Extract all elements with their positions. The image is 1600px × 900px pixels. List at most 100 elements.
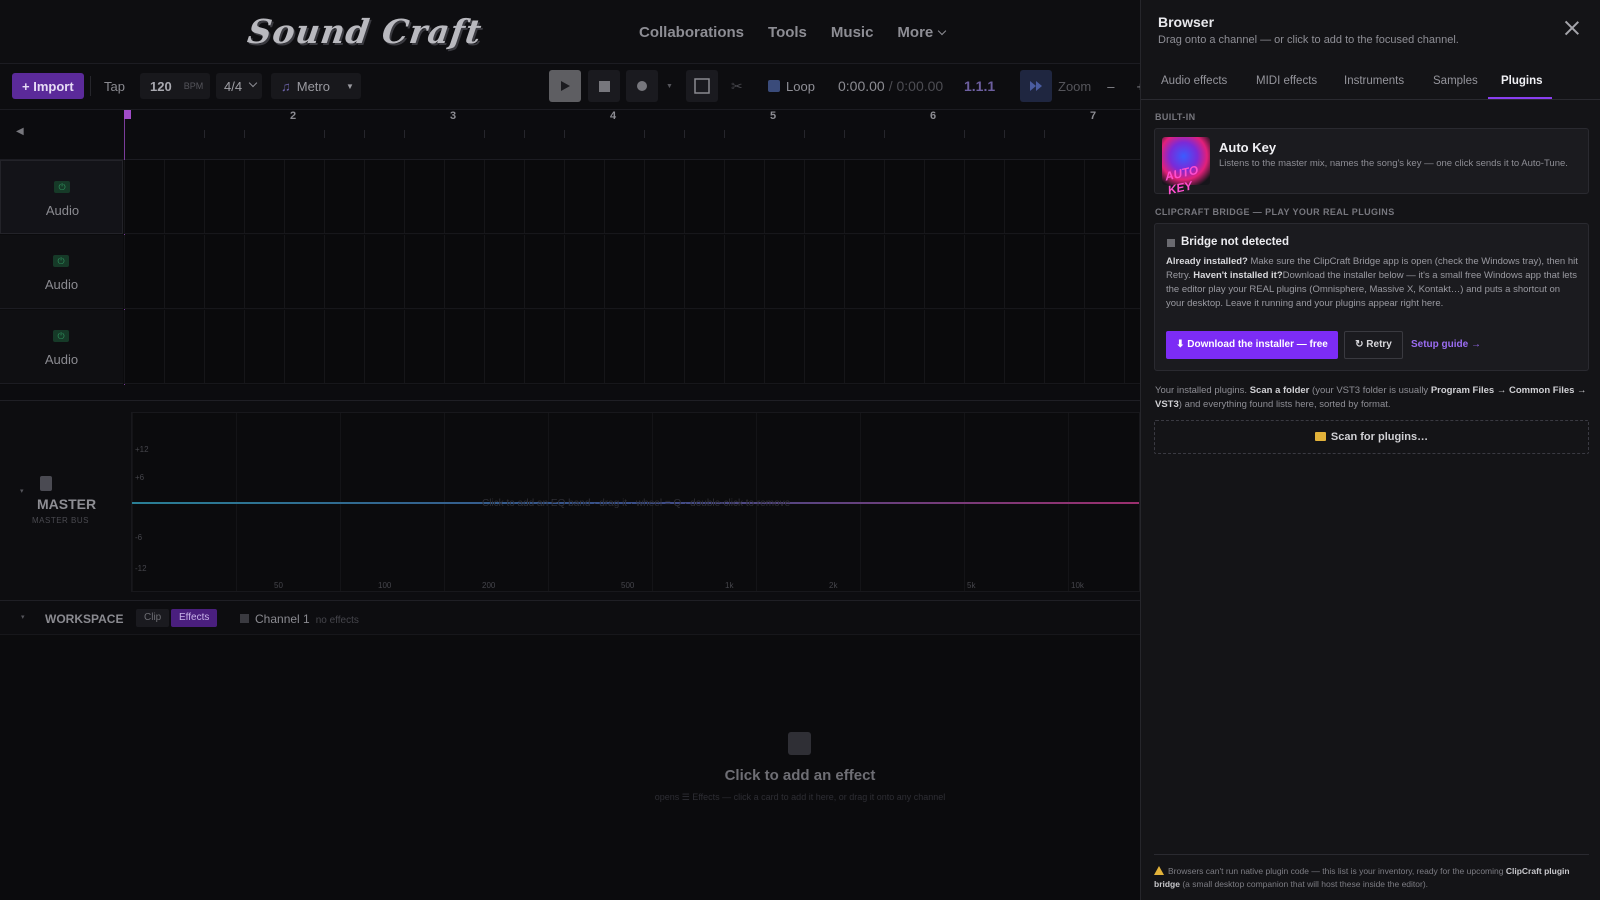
eq-hz-label: 100	[378, 581, 392, 590]
ruler-tick	[364, 130, 365, 138]
stop-button[interactable]	[588, 70, 620, 102]
power-icon[interactable]: ⏻	[54, 181, 70, 193]
bridge-status: Bridge not detected	[1181, 236, 1289, 248]
power-icon[interactable]: ⏻	[53, 330, 69, 342]
master-bus-label: MASTER BUS	[32, 516, 90, 525]
time-signature-select[interactable]: 4/4	[216, 73, 262, 99]
channel-name: Channel 1	[255, 612, 310, 626]
installed-text-1: Your installed plugins.	[1155, 385, 1250, 396]
time-total: / 0:00.00	[888, 78, 944, 94]
metronome-button[interactable]: ♫ Metro ▼	[271, 73, 361, 99]
loop-toggle[interactable]: Loop	[768, 73, 815, 99]
bridge-section-label: CLIPCRAFT BRIDGE — PLAY YOUR REAL PLUGIN…	[1155, 207, 1395, 217]
browser-subtitle: Drag onto a channel — or click to add to…	[1158, 34, 1459, 46]
effects-area[interactable]: Click to add an effect opens ☰ Effects —…	[0, 635, 1140, 900]
close-icon[interactable]	[1564, 20, 1580, 36]
ruler-tick	[524, 130, 525, 138]
tab-instruments[interactable]: Instruments	[1344, 75, 1404, 87]
add-effect-icon[interactable]	[788, 732, 811, 755]
channel-effects-count: no effects	[315, 615, 359, 626]
track-lane[interactable]	[124, 235, 1140, 309]
browser-title: Browser	[1158, 14, 1215, 30]
transport-toolbar: + Import Tap 120 BPM 4/4 ♫ Metro ▼ ▼ ✂ Lo…	[0, 64, 1144, 110]
ruler-tick	[644, 130, 645, 138]
zoom-label: Zoom	[1058, 78, 1092, 94]
ruler-tick	[404, 130, 405, 138]
metronome-label: Metro	[296, 78, 330, 94]
channel-color-swatch	[240, 614, 249, 623]
scan-label: Scan for plugins…	[1330, 431, 1429, 443]
footer-text-2: (a small desktop companion that will hos…	[1179, 879, 1429, 889]
select-tool-button[interactable]	[686, 70, 718, 102]
collapse-left-icon[interactable]: ◀	[16, 126, 24, 137]
download-installer-button[interactable]: ⬇ Download the installer — free	[1166, 331, 1338, 359]
loop-label: Loop	[786, 78, 815, 94]
tab-midi-effects[interactable]: MIDI effects	[1256, 75, 1317, 87]
collapse-master-icon[interactable]: ▾	[20, 487, 24, 495]
time-current: 0:00.00	[838, 78, 885, 94]
plugin-card-auto-key[interactable]: AUTO KEY Auto Key Listens to the master …	[1154, 128, 1589, 197]
scan-plugins-button[interactable]: Scan for plugins…	[1154, 420, 1589, 454]
tab-clip[interactable]: Clip	[136, 609, 170, 627]
tab-plugins[interactable]: Plugins	[1501, 75, 1543, 87]
nav-tools[interactable]: Tools	[768, 24, 807, 41]
app-logo[interactable]: Sound Craft	[245, 12, 484, 51]
track-lane[interactable]	[124, 160, 1140, 234]
workspace-bar: ▾ WORKSPACE Clip Effects Channel 1 no eff…	[0, 600, 1140, 635]
ruler-tick	[844, 130, 845, 138]
zoom-out-button[interactable]: –	[1107, 79, 1114, 94]
playhead-handle[interactable]	[124, 110, 131, 119]
timeline-ruler[interactable]: ◀ 2 3 4 5 6 7	[0, 110, 1140, 160]
top-nav: Sound Craft Collaborations Tools Music M…	[0, 0, 1140, 64]
auto-key-logo-text: AUTO KEY	[1163, 162, 1200, 198]
eq-hz-label: 10k	[1071, 581, 1084, 590]
metronome-dropdown-icon[interactable]: ▼	[346, 82, 354, 91]
bpm-value: 120	[150, 78, 172, 94]
track-header[interactable]: ⏻ Audio	[0, 310, 123, 384]
track-header[interactable]: ⏻ Audio	[0, 235, 123, 309]
bridge-card: Bridge not detected Already installed? M…	[1154, 223, 1589, 371]
workspace-title: WORKSPACE	[45, 612, 124, 626]
tab-samples[interactable]: Samples	[1433, 75, 1478, 87]
track-lane[interactable]	[124, 310, 1140, 384]
status-indicator	[1167, 239, 1175, 247]
master-section: ▾ MASTER MASTER BUS +12 +6 -6 -12 Click …	[0, 400, 1140, 600]
power-icon[interactable]: ⏻	[53, 255, 69, 267]
retry-button[interactable]: ↻ Retry	[1344, 331, 1403, 359]
browser-panel: Browser Drag onto a channel — or click t…	[1140, 0, 1600, 900]
collapse-workspace-icon[interactable]: ▾	[21, 613, 25, 621]
select-box-icon	[694, 78, 710, 94]
bar-number: 7	[1090, 110, 1097, 122]
installed-plugins-note: Your installed plugins. Scan a folder (y…	[1155, 384, 1589, 412]
scissors-icon[interactable]: ✂	[731, 73, 743, 99]
nav-collaborations[interactable]: Collaborations	[639, 24, 744, 41]
bar-number: 4	[610, 110, 617, 122]
eq-hz-label: 500	[621, 581, 635, 590]
eq-hz-label: 2k	[829, 581, 838, 590]
track-spacer	[0, 385, 1140, 400]
tab-effects[interactable]: Effects	[171, 609, 218, 627]
active-tab-indicator	[1488, 97, 1552, 99]
record-options-icon[interactable]: ▼	[666, 73, 673, 99]
ruler-tick	[564, 130, 565, 138]
bpm-input[interactable]: 120 BPM	[140, 73, 210, 99]
nav-more[interactable]: More	[897, 24, 947, 41]
master-eq[interactable]: +12 +6 -6 -12 Click to add an EQ band · …	[131, 412, 1140, 592]
track-header[interactable]: ⏻ Audio	[0, 160, 123, 234]
tap-tempo-button[interactable]: Tap	[104, 73, 125, 99]
play-button[interactable]	[549, 70, 581, 102]
record-button[interactable]	[626, 70, 658, 102]
position-display: 1.1.1	[964, 78, 996, 94]
setup-guide-link[interactable]: Setup guide →	[1411, 339, 1481, 350]
follow-playhead-button[interactable]	[1020, 70, 1052, 102]
ruler-corner: ◀	[0, 110, 124, 160]
plugin-name: Auto Key	[1219, 140, 1277, 155]
add-effect-title[interactable]: Click to add an effect	[640, 767, 960, 784]
import-button[interactable]: + Import	[12, 73, 84, 99]
loop-icon	[768, 80, 780, 92]
nav-music[interactable]: Music	[831, 24, 874, 41]
bar-number: 2	[290, 110, 297, 122]
metronome-icon: ♫	[281, 78, 291, 94]
folder-icon	[1314, 432, 1326, 441]
tab-audio-effects[interactable]: Audio effects	[1161, 75, 1227, 87]
